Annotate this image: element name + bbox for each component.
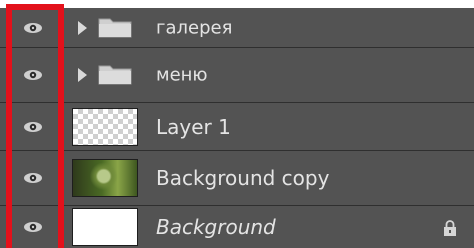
visibility-column (0, 8, 64, 47)
eye-icon[interactable] (23, 121, 43, 133)
layer-name[interactable]: Background (156, 215, 276, 239)
folder-icon (98, 65, 132, 85)
visibility-column (0, 151, 64, 205)
eye-icon[interactable] (23, 221, 43, 233)
panel-top-edge (0, 0, 474, 8)
layer-row-background[interactable]: Background (0, 206, 474, 248)
expand-triangle-icon[interactable] (78, 20, 87, 35)
layer-row-background-copy[interactable]: Background copy (0, 151, 474, 206)
eye-icon[interactable] (23, 172, 43, 184)
layer-name[interactable]: Background copy (156, 166, 329, 190)
visibility-column (0, 206, 64, 248)
layer-thumbnail[interactable] (72, 107, 138, 146)
eye-icon[interactable] (23, 22, 43, 34)
lock-icon (444, 220, 456, 236)
layer-row-galereya[interactable]: галерея (0, 8, 474, 48)
visibility-column (0, 103, 64, 150)
layers-panel: галерея меню Layer 1 Background copy Bac… (0, 0, 474, 248)
eye-icon[interactable] (23, 69, 43, 81)
layer-name[interactable]: Layer 1 (156, 115, 231, 139)
layer-row-menu[interactable]: меню (0, 48, 474, 103)
visibility-column (0, 48, 64, 102)
expand-triangle-icon[interactable] (78, 68, 87, 82)
layer-name[interactable]: галерея (156, 17, 232, 38)
layer-row-layer-1[interactable]: Layer 1 (0, 103, 474, 151)
folder-icon (98, 18, 132, 37)
layer-name[interactable]: меню (156, 65, 208, 86)
layer-thumbnail[interactable] (72, 208, 138, 246)
layer-thumbnail[interactable] (72, 159, 138, 197)
